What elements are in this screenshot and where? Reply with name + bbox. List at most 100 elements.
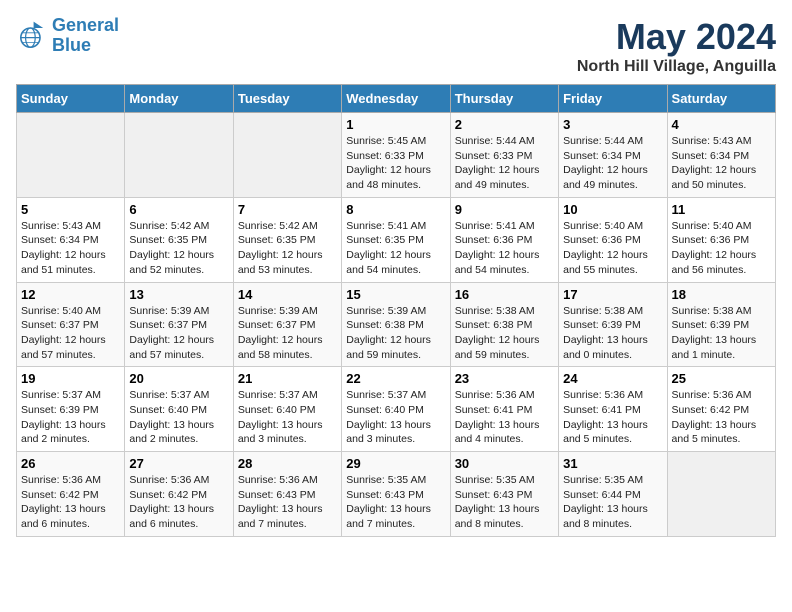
day-header-friday: Friday (559, 85, 667, 113)
day-number: 23 (455, 371, 554, 386)
day-number: 11 (672, 202, 771, 217)
calendar-cell: 2 Sunrise: 5:44 AMSunset: 6:33 PMDaylight… (450, 113, 558, 198)
day-number: 1 (346, 117, 445, 132)
calendar-cell: 16 Sunrise: 5:38 AMSunset: 6:38 PMDayligh… (450, 282, 558, 367)
day-info: Sunrise: 5:44 AMSunset: 6:34 PMDaylight:… (563, 134, 662, 193)
calendar-cell: 5Sunrise: 5:43 AMSunset: 6:34 PMDaylight… (17, 197, 125, 282)
day-info: Sunrise: 5:45 AMSunset: 6:33 PMDaylight:… (346, 134, 445, 193)
day-number: 9 (455, 202, 554, 217)
day-number: 10 (563, 202, 662, 217)
logo: General Blue (16, 16, 119, 56)
week-row-4: 19Sunrise: 5:37 AMSunset: 6:39 PMDayligh… (17, 367, 776, 452)
day-number: 2 (455, 117, 554, 132)
day-number: 6 (129, 202, 228, 217)
calendar-cell: 31 Sunrise: 5:35 AMSunset: 6:44 PMDayligh… (559, 452, 667, 537)
day-number: 8 (346, 202, 445, 217)
day-info: Sunrise: 5:40 AMSunset: 6:37 PMDaylight:… (21, 304, 120, 363)
calendar-cell: 4Sunrise: 5:43 AMSunset: 6:34 PMDaylight… (667, 113, 775, 198)
calendar-cell: 1 Sunrise: 5:45 AMSunset: 6:33 PMDaylight… (342, 113, 450, 198)
day-header-tuesday: Tuesday (233, 85, 341, 113)
day-info: Sunrise: 5:40 AMSunset: 6:36 PMDaylight:… (672, 219, 771, 278)
calendar-table: SundayMondayTuesdayWednesdayThursdayFrid… (16, 84, 776, 537)
calendar-cell: 30Sunrise: 5:35 AMSunset: 6:43 PMDayligh… (450, 452, 558, 537)
week-row-1: 1 Sunrise: 5:45 AMSunset: 6:33 PMDaylight… (17, 113, 776, 198)
calendar-cell: 12 Sunrise: 5:40 AMSunset: 6:37 PMDayligh… (17, 282, 125, 367)
day-info: Sunrise: 5:41 AMSunset: 6:35 PMDaylight:… (346, 219, 445, 278)
day-info: Sunrise: 5:38 AMSunset: 6:38 PMDaylight:… (455, 304, 554, 363)
day-info: Sunrise: 5:42 AMSunset: 6:35 PMDaylight:… (238, 219, 337, 278)
calendar-cell (17, 113, 125, 198)
day-number: 12 (21, 287, 120, 302)
calendar-cell (125, 113, 233, 198)
day-number: 25 (672, 371, 771, 386)
logo-line2: Blue (52, 35, 91, 55)
day-info: Sunrise: 5:36 AMSunset: 6:42 PMDaylight:… (672, 388, 771, 447)
day-info: Sunrise: 5:37 AMSunset: 6:40 PMDaylight:… (346, 388, 445, 447)
day-info: Sunrise: 5:40 AMSunset: 6:36 PMDaylight:… (563, 219, 662, 278)
day-number: 22 (346, 371, 445, 386)
logo-line1: General (52, 15, 119, 35)
calendar-cell: 24 Sunrise: 5:36 AMSunset: 6:41 PMDayligh… (559, 367, 667, 452)
calendar-cell: 25 Sunrise: 5:36 AMSunset: 6:42 PMDayligh… (667, 367, 775, 452)
day-number: 15 (346, 287, 445, 302)
day-info: Sunrise: 5:42 AMSunset: 6:35 PMDaylight:… (129, 219, 228, 278)
day-number: 27 (129, 456, 228, 471)
calendar-cell: 14 Sunrise: 5:39 AMSunset: 6:37 PMDayligh… (233, 282, 341, 367)
page-header: General Blue May 2024 North Hill Village… (16, 16, 776, 76)
calendar-cell: 6 Sunrise: 5:42 AMSunset: 6:35 PMDaylight… (125, 197, 233, 282)
day-info: Sunrise: 5:35 AMSunset: 6:44 PMDaylight:… (563, 473, 662, 532)
calendar-cell: 22 Sunrise: 5:37 AMSunset: 6:40 PMDayligh… (342, 367, 450, 452)
calendar-cell: 17Sunrise: 5:38 AMSunset: 6:39 PMDayligh… (559, 282, 667, 367)
calendar-cell: 18Sunrise: 5:38 AMSunset: 6:39 PMDayligh… (667, 282, 775, 367)
day-number: 20 (129, 371, 228, 386)
day-info: Sunrise: 5:41 AMSunset: 6:36 PMDaylight:… (455, 219, 554, 278)
calendar-cell: 28Sunrise: 5:36 AMSunset: 6:43 PMDayligh… (233, 452, 341, 537)
week-row-3: 12 Sunrise: 5:40 AMSunset: 6:37 PMDayligh… (17, 282, 776, 367)
day-header-monday: Monday (125, 85, 233, 113)
calendar-cell: 8 Sunrise: 5:41 AMSunset: 6:35 PMDaylight… (342, 197, 450, 282)
calendar-cell: 23Sunrise: 5:36 AMSunset: 6:41 PMDayligh… (450, 367, 558, 452)
day-number: 28 (238, 456, 337, 471)
day-number: 31 (563, 456, 662, 471)
calendar-cell: 15 Sunrise: 5:39 AMSunset: 6:38 PMDayligh… (342, 282, 450, 367)
week-row-2: 5Sunrise: 5:43 AMSunset: 6:34 PMDaylight… (17, 197, 776, 282)
day-info: Sunrise: 5:39 AMSunset: 6:37 PMDaylight:… (129, 304, 228, 363)
day-info: Sunrise: 5:36 AMSunset: 6:41 PMDaylight:… (563, 388, 662, 447)
day-info: Sunrise: 5:37 AMSunset: 6:40 PMDaylight:… (129, 388, 228, 447)
day-info: Sunrise: 5:37 AMSunset: 6:40 PMDaylight:… (238, 388, 337, 447)
day-info: Sunrise: 5:44 AMSunset: 6:33 PMDaylight:… (455, 134, 554, 193)
day-number: 17 (563, 287, 662, 302)
day-header-sunday: Sunday (17, 85, 125, 113)
week-row-5: 26 Sunrise: 5:36 AMSunset: 6:42 PMDayligh… (17, 452, 776, 537)
calendar-cell: 3 Sunrise: 5:44 AMSunset: 6:34 PMDaylight… (559, 113, 667, 198)
calendar-cell: 21 Sunrise: 5:37 AMSunset: 6:40 PMDayligh… (233, 367, 341, 452)
calendar-cell: 9 Sunrise: 5:41 AMSunset: 6:36 PMDaylight… (450, 197, 558, 282)
day-header-wednesday: Wednesday (342, 85, 450, 113)
day-info: Sunrise: 5:35 AMSunset: 6:43 PMDaylight:… (455, 473, 554, 532)
day-number: 24 (563, 371, 662, 386)
main-title: May 2024 (577, 16, 776, 58)
day-info: Sunrise: 5:39 AMSunset: 6:38 PMDaylight:… (346, 304, 445, 363)
day-number: 29 (346, 456, 445, 471)
calendar-cell: 26Sunrise: 5:36 AMSunset: 6:42 PMDayligh… (17, 452, 125, 537)
calendar-cell: 7Sunrise: 5:42 AMSunset: 6:35 PMDaylight… (233, 197, 341, 282)
day-info: Sunrise: 5:43 AMSunset: 6:34 PMDaylight:… (21, 219, 120, 278)
subtitle: North Hill Village, Anguilla (577, 58, 776, 76)
day-number: 16 (455, 287, 554, 302)
day-number: 14 (238, 287, 337, 302)
day-number: 26 (21, 456, 120, 471)
header-row: SundayMondayTuesdayWednesdayThursdayFrid… (17, 85, 776, 113)
day-number: 21 (238, 371, 337, 386)
day-number: 19 (21, 371, 120, 386)
calendar-cell (667, 452, 775, 537)
calendar-cell: 10 Sunrise: 5:40 AMSunset: 6:36 PMDayligh… (559, 197, 667, 282)
day-number: 18 (672, 287, 771, 302)
calendar-cell: 29Sunrise: 5:35 AMSunset: 6:43 PMDayligh… (342, 452, 450, 537)
calendar-cell: 27 Sunrise: 5:36 AMSunset: 6:42 PMDayligh… (125, 452, 233, 537)
day-info: Sunrise: 5:39 AMSunset: 6:37 PMDaylight:… (238, 304, 337, 363)
calendar-cell: 13Sunrise: 5:39 AMSunset: 6:37 PMDayligh… (125, 282, 233, 367)
day-info: Sunrise: 5:36 AMSunset: 6:42 PMDaylight:… (129, 473, 228, 532)
day-info: Sunrise: 5:43 AMSunset: 6:34 PMDaylight:… (672, 134, 771, 193)
day-header-thursday: Thursday (450, 85, 558, 113)
day-number: 3 (563, 117, 662, 132)
